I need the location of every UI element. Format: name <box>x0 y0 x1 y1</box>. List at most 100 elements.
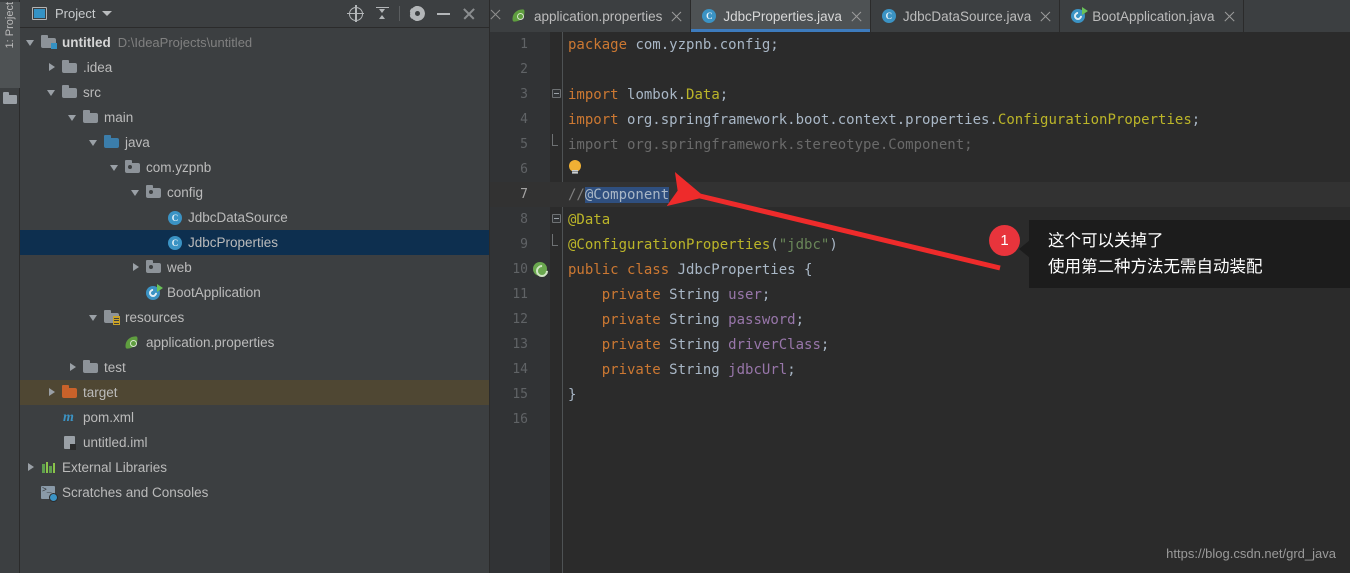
close-icon[interactable] <box>671 11 682 22</box>
tree-node-resources[interactable]: resources <box>20 305 489 330</box>
tree-expander[interactable] <box>68 362 79 373</box>
tree-node-jdbcdatasource[interactable]: C JdbcDataSource <box>20 205 489 230</box>
code-line: 14 private String jdbcUrl; <box>490 357 1350 382</box>
code-token: user <box>728 286 762 303</box>
chevron-down-icon[interactable] <box>102 11 113 16</box>
tree-expander[interactable] <box>110 162 121 173</box>
close-icon[interactable] <box>1223 11 1235 22</box>
tree-node-scratches-and-consoles[interactable]: >_ Scratches and Consoles <box>20 480 489 505</box>
tree-node-java[interactable]: java <box>20 130 489 155</box>
intention-bulb-icon[interactable] <box>568 160 582 178</box>
editor-tab-jdbcdatasource-java[interactable]: C JdbcDataSource.java <box>871 0 1061 32</box>
code-line: 15} <box>490 382 1350 407</box>
close-icon[interactable] <box>1040 11 1051 22</box>
tree-node-untitled-iml[interactable]: untitled.iml <box>20 430 489 455</box>
code-token: private <box>568 336 670 353</box>
tree-node-label: untitled <box>62 35 111 50</box>
tree-node-application-properties[interactable]: application.properties <box>20 330 489 355</box>
tree-node-label: application.properties <box>146 335 275 350</box>
close-icon <box>463 7 476 20</box>
locate-button[interactable] <box>343 3 369 25</box>
code-token: public class <box>568 261 678 278</box>
tree-node-src[interactable]: src <box>20 80 489 105</box>
fold-region-end[interactable] <box>552 234 558 246</box>
tree-expander[interactable] <box>26 37 37 48</box>
line-number: 6 <box>520 162 528 177</box>
folder-icon <box>62 85 78 100</box>
editor-tab-application-properties[interactable]: application.properties <box>502 0 692 32</box>
code-token: import <box>568 86 628 103</box>
tree-node-label: .idea <box>83 60 113 75</box>
code-token: import org.springframework.stereotype.Co… <box>568 136 973 153</box>
code-line: 6 <box>490 157 1350 182</box>
iml-file-icon <box>62 435 78 450</box>
code-line: 1 package com.yzpnb.config; <box>490 32 1350 57</box>
fold-region-end[interactable] <box>552 134 558 146</box>
line-number: 16 <box>512 412 528 427</box>
close-button[interactable] <box>456 3 482 25</box>
tree-node-untitled[interactable]: untitled D:\IdeaProjects\untitled <box>20 30 489 55</box>
tree-expander[interactable] <box>89 137 100 148</box>
editor-tab-bootapplication-java[interactable]: BootApplication.java <box>1060 0 1244 32</box>
tree-node-config[interactable]: config <box>20 180 489 205</box>
libraries-icon <box>41 460 57 475</box>
tree-node-jdbcproperties[interactable]: C JdbcProperties <box>20 230 489 255</box>
tool-window-button-label: 1: Project <box>4 2 16 49</box>
tree-node-label: resources <box>125 310 185 325</box>
tree-node--idea[interactable]: .idea <box>20 55 489 80</box>
collapse-all-button[interactable] <box>369 3 395 25</box>
tree-expander[interactable] <box>47 387 58 398</box>
editor-tab-jdbcproperties-java[interactable]: C JdbcProperties.java <box>691 0 871 32</box>
folder-icon <box>3 92 17 104</box>
tree-node-com-yzpnb[interactable]: com.yzpnb <box>20 155 489 180</box>
code-editor[interactable]: 1 package com.yzpnb.config; 2 3 import lombo… <box>490 32 1350 573</box>
tree-node-main[interactable]: main <box>20 105 489 130</box>
package-icon <box>146 185 162 200</box>
code-token: lombok. <box>627 86 687 103</box>
tree-node-label: BootApplication <box>167 285 261 300</box>
tree-node-label: test <box>104 360 126 375</box>
module-folder-icon <box>41 35 57 50</box>
tree-expander[interactable] <box>47 87 58 98</box>
minimize-button[interactable] <box>430 3 456 25</box>
project-panel-header: Project <box>20 0 489 28</box>
code-text: @Data <box>568 207 610 232</box>
tree-node-external-libraries[interactable]: External Libraries <box>20 455 489 480</box>
close-icon[interactable] <box>851 11 862 22</box>
code-token: String <box>669 311 729 328</box>
code-token: com.yzpnb.config; <box>635 36 779 53</box>
line-number: 8 <box>520 212 528 227</box>
tree-expander[interactable] <box>26 462 37 473</box>
tree-node-pom-xml[interactable]: m pom.xml <box>20 405 489 430</box>
settings-button[interactable] <box>404 3 430 25</box>
tree-expander[interactable] <box>131 187 142 198</box>
tree-expander[interactable] <box>89 312 100 323</box>
tree-node-test[interactable]: test <box>20 355 489 380</box>
code-token: ; <box>787 361 796 378</box>
line-number: 3 <box>520 87 528 102</box>
folder-icon <box>83 360 99 375</box>
code-text: private String driverClass; <box>568 332 830 357</box>
editor-tab-label: JdbcDataSource.java <box>902 8 1032 24</box>
fold-marker[interactable] <box>552 89 563 100</box>
tree-expander[interactable] <box>68 112 79 123</box>
tree-expander[interactable] <box>47 62 58 73</box>
tree-node-label: JdbcProperties <box>188 235 279 250</box>
tree-expander[interactable] <box>131 262 142 273</box>
tab-scroll-close-icon[interactable] <box>490 0 502 32</box>
tree-node-label: java <box>125 135 150 150</box>
code-token: private <box>568 361 670 378</box>
spring-bean-gutter-icon[interactable] <box>533 262 548 277</box>
code-token: "jdbc" <box>778 236 830 253</box>
tree-node-bootapplication[interactable]: BootApplication <box>20 280 489 305</box>
tree-node-web[interactable]: web <box>20 255 489 280</box>
code-text: } <box>568 382 576 407</box>
fold-marker[interactable] <box>552 214 563 225</box>
tool-window-button-project[interactable]: 1: Project <box>0 2 20 88</box>
tree-node-target[interactable]: target <box>20 380 489 405</box>
package-icon <box>146 260 162 275</box>
line-number: 10 <box>512 262 528 277</box>
